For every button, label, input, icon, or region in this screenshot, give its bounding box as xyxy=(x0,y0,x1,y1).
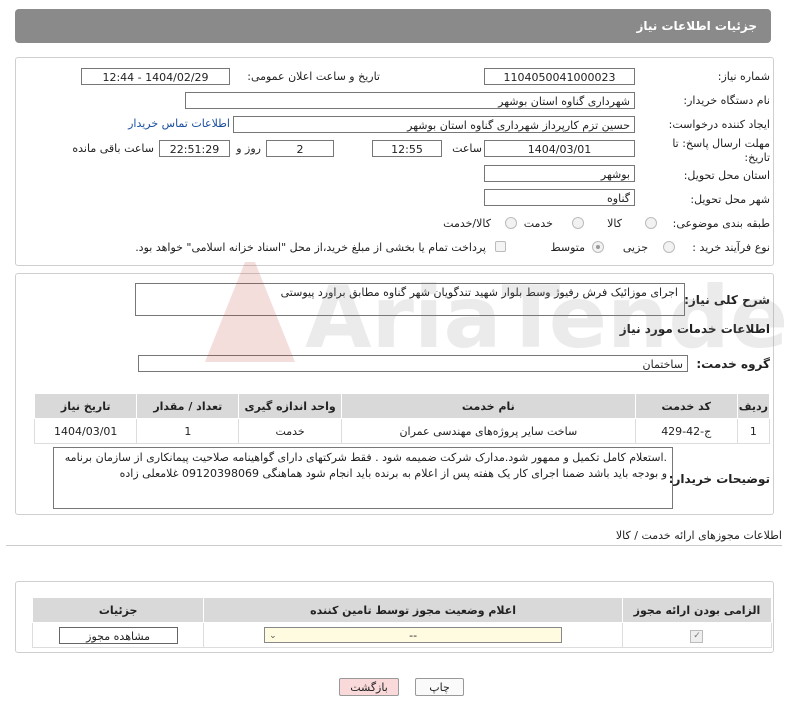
remaining-time-field[interactable]: 22:51:29 xyxy=(159,140,230,157)
col-unit: واحد اندازه گیری xyxy=(238,393,342,419)
treasury-payment-checkbox[interactable] xyxy=(495,241,506,252)
cell-quantity: 1 xyxy=(136,418,240,444)
permits-title: اطلاعات مجوزهای ارائه خدمت / کالا xyxy=(615,529,782,542)
remaining-label: ساعت باقی مانده xyxy=(72,142,154,155)
category-label: طبقه بندی موضوعی: xyxy=(672,217,770,230)
table-row: ✓ -- ⌄ مشاهده مجوز xyxy=(31,622,773,648)
cell-need-date: 1404/03/01 xyxy=(33,418,138,444)
process-medium-radio[interactable] xyxy=(592,241,604,253)
page-header: جزئیات اطلاعات نیاز xyxy=(15,9,771,43)
category-goods-service-radio[interactable] xyxy=(505,217,517,229)
deadline-label-2: تاریخ: xyxy=(744,151,770,164)
treasury-payment-note: پرداخت تمام یا بخشی از مبلغ خرید،از محل … xyxy=(135,241,486,254)
services-table-header: ردیف کد خدمت نام خدمت واحد اندازه گیری ت… xyxy=(33,393,771,419)
permit-status-select[interactable]: -- ⌄ xyxy=(264,627,563,643)
permit-required-cell: ✓ xyxy=(621,622,773,648)
table-row: 1 ج-42-429 ساخت سایر پروژه‌های مهندسی عم… xyxy=(33,418,771,444)
category-service-label: خدمت xyxy=(523,217,553,230)
province-label: استان محل تحویل: xyxy=(683,169,770,182)
process-medium-label: متوسط xyxy=(550,241,585,254)
category-goods-service-label: کالا/خدمت xyxy=(443,217,491,230)
category-goods-radio[interactable] xyxy=(645,217,657,229)
col-service-code: کد خدمت xyxy=(634,393,738,419)
days-label: روز و xyxy=(236,142,261,155)
permits-table-header: الزامی بودن ارائه مجوز اعلام وضعیت مجوز … xyxy=(31,597,773,623)
print-button[interactable]: چاپ xyxy=(415,678,464,696)
col-row: ردیف xyxy=(736,393,771,419)
days-field[interactable]: 2 xyxy=(266,140,334,157)
deadline-date-field[interactable]: 1404/03/01 xyxy=(484,140,635,157)
buyer-org-label: نام دستگاه خریدار: xyxy=(683,94,770,107)
page-title: جزئیات اطلاعات نیاز xyxy=(636,19,757,33)
summary-textarea[interactable]: اجرای موزائیک فرش رفیوژ وسط بلوار شهید ت… xyxy=(135,283,685,316)
buyer-notes-textarea[interactable]: .استعلام کامل تکمیل و ممهور شود.مدارک شر… xyxy=(53,447,673,509)
permit-status-cell: -- ⌄ xyxy=(203,622,623,648)
city-label: شهر محل تحویل: xyxy=(690,193,770,206)
permit-status-selected: -- xyxy=(409,629,418,642)
process-label: نوع فرآیند خرید : xyxy=(692,241,770,254)
col-permit-details: جزئیات xyxy=(31,597,205,623)
permits-table: الزامی بودن ارائه مجوز اعلام وضعیت مجوز … xyxy=(31,597,773,648)
view-permit-button[interactable]: مشاهده مجوز xyxy=(58,626,178,644)
permit-required-checkbox[interactable]: ✓ xyxy=(690,629,704,643)
permits-divider xyxy=(6,545,782,546)
summary-label: شرح کلی نیاز: xyxy=(684,293,770,307)
col-permit-required: الزامی بودن ارائه مجوز xyxy=(621,597,773,623)
deadline-time-label: ساعت xyxy=(452,142,482,155)
need-info-panel xyxy=(15,57,774,266)
col-service-name: نام خدمت xyxy=(341,393,636,419)
buyer-org-field[interactable]: شهرداری گناوه استان بوشهر xyxy=(185,92,635,109)
creator-label: ایجاد کننده درخواست: xyxy=(668,118,770,131)
category-service-radio[interactable] xyxy=(572,217,584,229)
cell-row: 1 xyxy=(736,418,771,444)
category-goods-label: کالا xyxy=(607,217,622,230)
process-minor-radio[interactable] xyxy=(663,241,675,253)
buyer-contact-link[interactable]: اطلاعات تماس خریدار xyxy=(128,117,230,130)
buyer-notes-label: توضیحات خریدار: xyxy=(668,472,770,486)
city-field[interactable]: گناوه xyxy=(484,189,635,206)
permit-details-cell: مشاهده مجوز xyxy=(31,622,205,648)
need-number-field[interactable]: 1104050041000023 xyxy=(484,68,635,85)
col-need-date: تاریخ نیاز xyxy=(33,393,138,419)
back-button[interactable]: بازگشت xyxy=(339,678,399,696)
province-field[interactable]: بوشهر xyxy=(484,165,635,182)
services-table: ردیف کد خدمت نام خدمت واحد اندازه گیری ت… xyxy=(33,393,771,444)
announce-datetime-field[interactable]: 1404/02/29 - 12:44 xyxy=(81,68,230,85)
cell-service-code: ج-42-429 xyxy=(634,418,738,444)
creator-field[interactable]: حسین تزم کارپرداز شهرداری گناوه استان بو… xyxy=(233,116,635,133)
deadline-time-field[interactable]: 12:55 xyxy=(372,140,442,157)
cell-unit: خدمت xyxy=(238,418,342,444)
announce-label: تاریخ و ساعت اعلان عمومی: xyxy=(247,70,380,83)
col-permit-status: اعلام وضعیت مجوز توسط تامین کننده xyxy=(203,597,623,623)
services-title: اطلاعات خدمات مورد نیاز xyxy=(619,322,770,336)
chevron-down-icon: ⌄ xyxy=(269,631,277,641)
service-group-label: گروه خدمت: xyxy=(696,357,770,371)
cell-service-name: ساخت سایر پروژه‌های مهندسی عمران xyxy=(341,418,636,444)
need-number-label: شماره نیاز: xyxy=(717,70,770,83)
service-group-field[interactable]: ساختمان xyxy=(138,355,688,372)
col-quantity: تعداد / مقدار xyxy=(136,393,240,419)
process-minor-label: جزیی xyxy=(622,241,648,254)
deadline-label-1: مهلت ارسال پاسخ: تا xyxy=(672,137,770,150)
